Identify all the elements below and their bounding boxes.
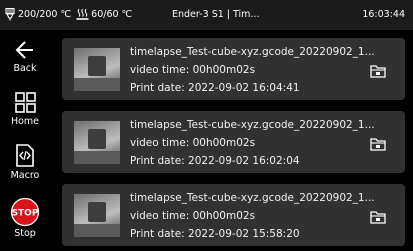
- video-time: video time: 00h00m02s: [130, 137, 256, 149]
- video-thumbnail: [74, 194, 120, 237]
- video-thumbnail: [74, 121, 120, 164]
- timelapse-item[interactable]: timelapse_Test-cube-xyz.gcode_20220902_1…: [62, 38, 405, 100]
- folder-icon[interactable]: [370, 210, 386, 224]
- back-arrow-icon: [15, 41, 33, 59]
- temperature-readout: 200/200 ℃ 60/60 ℃: [4, 8, 132, 21]
- folder-icon[interactable]: [370, 137, 386, 151]
- timelapse-filename: timelapse_Test-cube-xyz.gcode_20220902_1…: [130, 46, 375, 58]
- stop-icon: STOP: [10, 197, 40, 227]
- status-bar: 200/200 ℃ 60/60 ℃ Ender-3 S1 | Tim... 16…: [0, 0, 413, 30]
- bed-temp: 60/60 ℃: [91, 9, 133, 20]
- back-button[interactable]: Back: [0, 40, 50, 94]
- printer-name: Ender-3 S1 | Tim...: [172, 9, 260, 20]
- home-label: Home: [10, 116, 40, 127]
- timelapse-filename: timelapse_Test-cube-xyz.gcode_20220902_1…: [130, 119, 375, 131]
- timelapse-screen: 200/200 ℃ 60/60 ℃ Ender-3 S1 | Tim... 16…: [0, 0, 413, 247]
- stop-button[interactable]: STOP Stop: [0, 197, 50, 251]
- stop-label: Stop: [14, 228, 36, 239]
- macro-label: Macro: [10, 170, 40, 181]
- macro-button[interactable]: Macro: [0, 144, 50, 198]
- timelapse-list[interactable]: timelapse_Test-cube-xyz.gcode_20220902_1…: [62, 38, 405, 247]
- video-time: video time: 00h00m02s: [130, 210, 256, 222]
- sidebar: Back Home Macro STOP Stop: [0, 30, 50, 247]
- nozzle-temp: 200/200 ℃: [18, 9, 72, 20]
- print-date: Print date: 2022-09-02 15:58:20: [130, 228, 300, 240]
- folder-icon[interactable]: [370, 64, 386, 78]
- print-date: Print date: 2022-09-02 16:02:04: [130, 155, 300, 167]
- stop-icon-text: STOP: [12, 209, 39, 219]
- macro-code-icon: [16, 144, 34, 167]
- back-label: Back: [13, 63, 37, 74]
- home-button[interactable]: Home: [0, 92, 50, 146]
- timelapse-filename: timelapse_Test-cube-xyz.gcode_20220902_1…: [130, 192, 375, 204]
- video-time: video time: 00h00m02s: [130, 64, 256, 76]
- timelapse-item[interactable]: timelapse_Test-cube-xyz.gcode_20220902_1…: [62, 184, 405, 246]
- print-date: Print date: 2022-09-02 16:04:41: [130, 82, 300, 94]
- nozzle-icon: [5, 8, 15, 21]
- home-grid-icon: [14, 92, 36, 113]
- video-thumbnail: [74, 48, 120, 91]
- timelapse-item[interactable]: timelapse_Test-cube-xyz.gcode_20220902_1…: [62, 111, 405, 173]
- clock: 16:03:44: [362, 9, 405, 20]
- bed-heat-icon: [76, 8, 89, 20]
